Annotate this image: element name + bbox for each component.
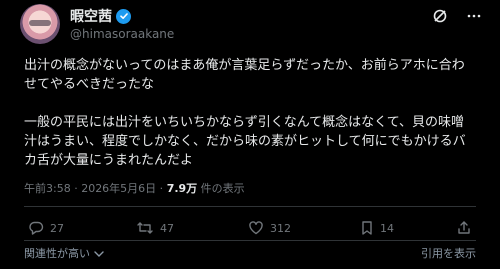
view-count: 7.9万 — [166, 182, 198, 195]
tweet-paragraph: 一般の平民には出汁をいちいちかならず引くなんて概念はなくて、貝の味噌汁はうまい、… — [24, 115, 466, 168]
tweet-text: 出汁の概念がないってのはまあ俺が言葉足らずだったか、お前らアホに合わせてやるべき… — [24, 56, 476, 170]
retweet-count: 47 — [160, 221, 174, 235]
verified-badge-icon — [116, 8, 131, 24]
retweet-icon — [136, 220, 154, 236]
reply-count: 27 — [50, 221, 64, 235]
reply-button[interactable]: 27 — [28, 220, 64, 236]
display-name-row: 暇空茜 — [70, 6, 131, 26]
divider — [24, 206, 476, 207]
share-button[interactable] — [456, 220, 472, 236]
display-name[interactable]: 暇空茜 — [70, 6, 112, 26]
sort-relevance[interactable]: 関連性が高い — [24, 245, 104, 261]
avatar[interactable] — [20, 4, 60, 44]
share-icon — [456, 220, 472, 236]
view-quotes-link[interactable]: 引用を表示 — [421, 245, 476, 261]
bookmark-button[interactable]: 14 — [360, 220, 394, 236]
retweet-button[interactable]: 47 — [136, 220, 174, 236]
like-button[interactable]: 312 — [248, 220, 291, 236]
view-label: 件の表示 — [197, 182, 245, 195]
bookmark-icon — [360, 220, 374, 236]
action-bar: 27 47 312 14 — [24, 220, 476, 238]
bookmark-count: 14 — [380, 221, 394, 235]
timestamp[interactable]: 午前3:58 · 2026年5月6日 · — [24, 182, 167, 195]
heart-icon — [248, 220, 264, 236]
user-handle[interactable]: @himasoraakane — [70, 27, 174, 41]
more-options-icon[interactable] — [466, 8, 482, 24]
sort-label: 関連性が高い — [24, 247, 90, 260]
tweet-paragraph: 出汁の概念がないってのはまあ俺が言葉足らずだったか、お前らアホに合わせてやるべき… — [24, 58, 465, 92]
reply-icon — [28, 220, 44, 236]
like-count: 312 — [270, 221, 291, 235]
divider — [24, 240, 476, 241]
chevron-down-icon — [93, 247, 104, 260]
top-actions — [432, 8, 482, 24]
grok-icon[interactable] — [432, 8, 448, 24]
tweet-meta: 午前3:58 · 2026年5月6日 · 7.9万 件の表示 — [24, 180, 245, 196]
